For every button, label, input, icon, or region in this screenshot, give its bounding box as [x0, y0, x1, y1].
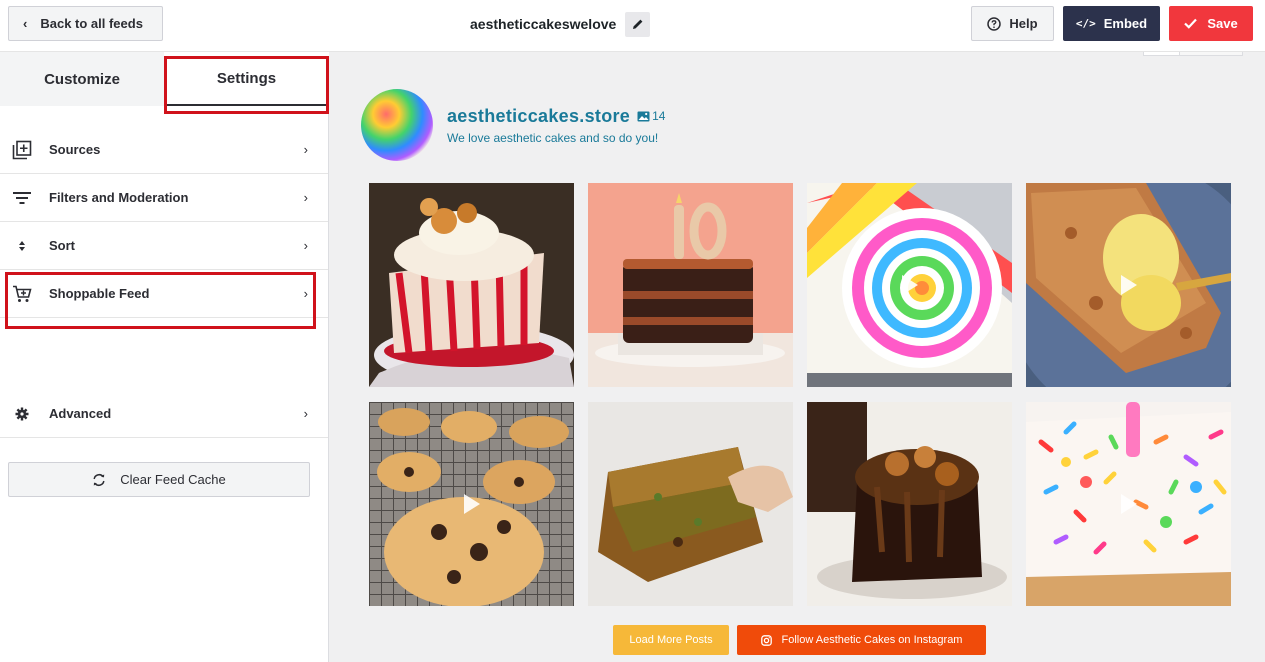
- post-tile-brownie[interactable]: [807, 402, 1012, 606]
- post-tile-cookies[interactable]: [369, 402, 574, 606]
- post-image: [588, 183, 793, 387]
- post-tile-rainbow-roll[interactable]: [807, 183, 1012, 387]
- sidebar-item-label: Shoppable Feed: [49, 286, 150, 301]
- post-tile-birthday-cake[interactable]: [588, 183, 793, 387]
- chevron-right-icon: ›: [303, 190, 308, 205]
- tab-customize[interactable]: Customize: [0, 52, 164, 106]
- clear-cache-label: Clear Feed Cache: [120, 472, 226, 487]
- device-toggle-segment[interactable]: [1144, 52, 1180, 55]
- sidebar-item-advanced[interactable]: Advanced ›: [0, 390, 328, 438]
- settings-sidebar: Customize Settings Sources › Filters and…: [0, 52, 329, 662]
- instagram-username[interactable]: aestheticcakes.store: [447, 106, 630, 127]
- play-icon: [1120, 494, 1137, 514]
- feed-preview: aestheticcakes.store 14 We love aestheti…: [329, 52, 1265, 662]
- help-icon: [987, 16, 1002, 31]
- pencil-icon: [632, 19, 643, 29]
- feed-header: aestheticcakes.store 14 We love aestheti…: [361, 89, 665, 161]
- feed-name: aestheticcakeswelove: [470, 16, 617, 32]
- sidebar-tabs: Customize Settings: [0, 52, 329, 106]
- menu-spacer: [0, 318, 328, 390]
- sort-icon: [11, 240, 33, 252]
- back-to-feeds-button[interactable]: ‹ Back to all feeds: [8, 6, 163, 41]
- top-bar: ‹ Back to all feeds aestheticcakeswelove…: [0, 0, 1265, 52]
- help-label: Help: [1009, 16, 1038, 31]
- clear-feed-cache-button[interactable]: Clear Feed Cache: [8, 462, 310, 497]
- chevron-right-icon: ›: [303, 406, 308, 421]
- sidebar-item-label: Sources: [49, 142, 101, 157]
- chevron-right-icon: ›: [303, 238, 308, 253]
- header-row: aestheticcakes.store 14: [447, 106, 665, 127]
- add-source-icon: [11, 140, 33, 160]
- play-icon: [901, 275, 918, 295]
- load-more-label: Load More Posts: [629, 634, 713, 646]
- tab-settings-label: Settings: [216, 69, 277, 87]
- sidebar-item-shoppable-feed[interactable]: Shoppable Feed ›: [0, 270, 328, 318]
- follow-label: Follow Aesthetic Cakes on Instagram: [781, 634, 963, 646]
- chevron-left-icon: ‹: [23, 16, 28, 31]
- media-count: 14: [637, 109, 665, 123]
- settings-menu: Sources › Filters and Moderation › Sort …: [0, 126, 328, 438]
- sidebar-item-filters[interactable]: Filters and Moderation ›: [0, 174, 328, 222]
- avatar[interactable]: [361, 89, 433, 161]
- gear-icon: [11, 407, 33, 421]
- check-icon: [1184, 18, 1198, 29]
- post-tile-apple-crumble[interactable]: [1026, 183, 1231, 387]
- sidebar-item-sources[interactable]: Sources ›: [0, 126, 328, 174]
- sidebar-item-label: Filters and Moderation: [49, 190, 189, 205]
- sidebar-item-label: Sort: [49, 238, 75, 253]
- save-label: Save: [1207, 16, 1238, 31]
- edit-name-button[interactable]: [625, 11, 651, 37]
- embed-label: Embed: [1103, 16, 1148, 31]
- cart-icon: [11, 285, 33, 303]
- feed-title-area: aestheticcakeswelove: [470, 11, 651, 37]
- post-image: [369, 183, 574, 387]
- header-text: aestheticcakes.store 14 We love aestheti…: [447, 106, 665, 145]
- sidebar-item-sort[interactable]: Sort ›: [0, 222, 328, 270]
- back-button-label: Back to all feeds: [40, 16, 143, 31]
- device-toggle[interactable]: [1143, 52, 1243, 56]
- chevron-right-icon: ›: [303, 142, 308, 157]
- save-button[interactable]: Save: [1169, 6, 1253, 41]
- tab-settings[interactable]: Settings: [164, 52, 329, 106]
- play-icon: [463, 494, 480, 514]
- bio: We love aesthetic cakes and so do you!: [447, 130, 659, 145]
- help-button[interactable]: Help: [971, 6, 1054, 41]
- follow-button[interactable]: Follow Aesthetic Cakes on Instagram: [737, 625, 986, 655]
- post-tile-cheesecake[interactable]: [369, 183, 574, 387]
- post-image: [588, 402, 793, 606]
- embed-button[interactable]: </> Embed: [1063, 6, 1160, 41]
- play-icon: [1120, 275, 1137, 295]
- media-count-value: 14: [652, 109, 666, 123]
- filter-icon: [11, 191, 33, 205]
- sidebar-item-label: Advanced: [49, 406, 112, 421]
- code-icon: </>: [1075, 17, 1096, 30]
- refresh-icon: [93, 473, 105, 486]
- post-tile-sprinkle-cake[interactable]: [1026, 402, 1231, 606]
- post-image: [807, 402, 1012, 606]
- instagram-icon: [760, 634, 772, 646]
- load-more-button[interactable]: Load More Posts: [613, 625, 729, 655]
- post-tile-blondie[interactable]: [588, 402, 793, 606]
- chevron-right-icon: ›: [303, 286, 308, 301]
- tab-customize-label: Customize: [44, 70, 120, 88]
- image-icon: [637, 111, 650, 121]
